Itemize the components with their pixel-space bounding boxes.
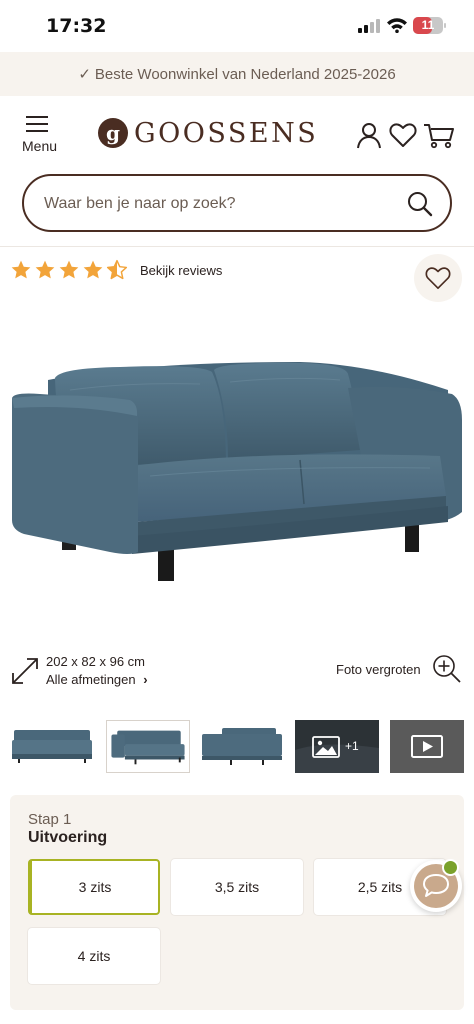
chevron-right-icon: ›	[143, 672, 148, 687]
search-input[interactable]	[44, 190, 404, 218]
wifi-icon	[387, 18, 407, 33]
product-page: 17:32 11 ✓ Beste Woonwinkel van Nederlan…	[0, 0, 474, 1024]
reviews-link[interactable]: Bekijk reviews	[140, 263, 222, 278]
star-icon	[59, 260, 79, 279]
battery-level: 11	[421, 18, 435, 32]
thumbnail-selected[interactable]	[106, 720, 190, 773]
thumbnail-strip: +1	[10, 720, 474, 774]
zoom-label: Foto vergroten	[336, 662, 421, 677]
search-icon[interactable]	[406, 190, 434, 218]
zoom-photo-button[interactable]: Foto vergroten	[336, 654, 464, 686]
all-dimensions-label: Alle afmetingen	[46, 672, 136, 687]
menu-button[interactable]: Menu	[20, 114, 60, 154]
star-icon	[11, 260, 31, 279]
site-header: Menu g GOOSSENS	[0, 96, 474, 168]
more-photos-count: +1	[345, 739, 359, 753]
battery-icon: 11	[413, 17, 446, 34]
thumbnail[interactable]	[10, 720, 94, 773]
online-indicator	[442, 859, 459, 876]
product-image[interactable]	[0, 300, 474, 640]
option-3-5-zits[interactable]: 3,5 zits	[171, 859, 303, 915]
divider	[0, 246, 474, 247]
thumbnail[interactable]	[200, 720, 284, 773]
account-icon[interactable]	[354, 120, 384, 150]
zoom-in-icon	[433, 655, 461, 683]
logo[interactable]: g GOOSSENS	[98, 117, 319, 149]
video-thumbnail[interactable]	[390, 720, 464, 773]
status-bar: 17:32 11	[0, 0, 474, 52]
half-star-icon	[106, 259, 128, 280]
announcement-text: Beste Woonwinkel van Nederland 2025-2026	[94, 65, 396, 83]
star-icon	[35, 260, 55, 279]
dimensions-text: 202 x 82 x 96 cm	[46, 654, 145, 669]
logo-mark: g	[98, 118, 128, 148]
option-4-zits[interactable]: 4 zits	[28, 928, 160, 984]
search-bar	[22, 174, 452, 232]
star-icon	[83, 260, 103, 279]
wishlist-icon[interactable]	[388, 120, 418, 150]
status-time: 17:32	[46, 15, 107, 37]
step-label: Stap 1	[28, 811, 72, 828]
heart-icon	[425, 267, 451, 290]
option-3-zits[interactable]: 3 zits	[28, 859, 160, 915]
thumbnail-more-photos[interactable]: +1	[295, 720, 379, 773]
check-icon: ✓	[78, 66, 91, 83]
all-dimensions-link[interactable]: Alle afmetingen ›	[46, 672, 148, 687]
play-icon	[411, 735, 443, 758]
menu-label: Menu	[22, 138, 58, 154]
signal-icon	[358, 19, 380, 33]
rating[interactable]: Bekijk reviews	[10, 257, 222, 283]
hamburger-icon	[26, 116, 48, 118]
announcement-bar: ✓ Beste Woonwinkel van Nederland 2025-20…	[0, 52, 474, 96]
configurator-panel: Stap 1 Uitvoering 3 zits 3,5 zits 2,5 zi…	[10, 795, 464, 1010]
step-title: Uitvoering	[28, 829, 108, 846]
cart-icon[interactable]	[422, 120, 456, 150]
resize-arrow-icon	[12, 658, 38, 684]
logo-text: GOOSSENS	[134, 117, 319, 149]
favorite-button[interactable]	[414, 254, 462, 302]
